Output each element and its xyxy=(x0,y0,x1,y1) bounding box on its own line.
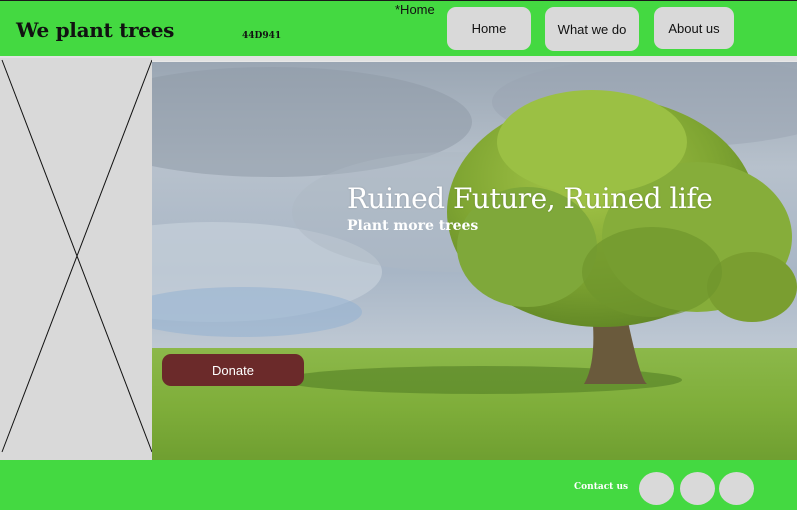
color-note: 44D941 xyxy=(242,31,282,41)
social-icon-1[interactable] xyxy=(639,472,674,505)
current-page-marker: *Home xyxy=(395,2,435,17)
social-icon-3[interactable] xyxy=(719,472,754,505)
social-icon-2[interactable] xyxy=(680,472,715,505)
placeholder-cross-icon xyxy=(1,59,153,453)
hero-subtitle: Plant more trees xyxy=(347,218,479,234)
nav-about-us-button[interactable]: About us xyxy=(654,7,734,49)
footer-bar xyxy=(0,460,797,510)
hero-image xyxy=(152,62,797,464)
nav-home-button[interactable]: Home xyxy=(447,7,531,50)
contact-us-link[interactable]: Contact us xyxy=(574,482,628,492)
image-placeholder xyxy=(0,58,153,460)
nav-what-we-do-button[interactable]: What we do xyxy=(545,7,639,51)
hero-title: Ruined Future, Ruined life xyxy=(347,182,713,215)
donate-label: Donate xyxy=(212,362,254,378)
nav-about-us-label: About us xyxy=(668,20,720,36)
tree-landscape-image xyxy=(152,62,797,464)
donate-button[interactable]: Donate xyxy=(162,354,304,386)
header-top-border xyxy=(0,0,797,1)
site-logo[interactable]: We plant trees xyxy=(16,18,174,42)
nav-what-we-do-label: What we do xyxy=(557,21,627,37)
nav-home-label: Home xyxy=(471,21,507,36)
